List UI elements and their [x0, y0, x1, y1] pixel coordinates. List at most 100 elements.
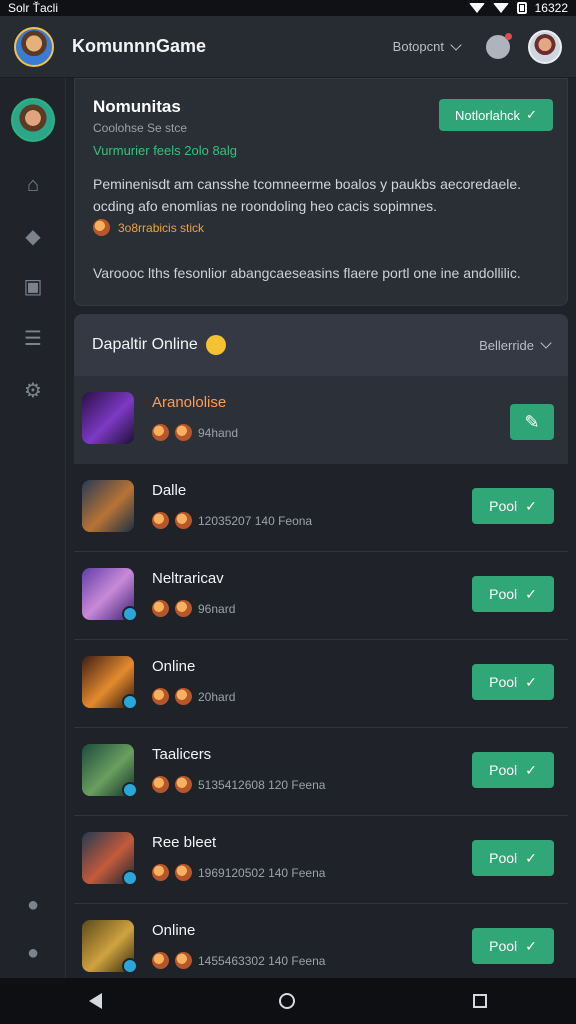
game-meta: 5135412608 120 Feena [152, 776, 325, 793]
coin-icon [152, 600, 169, 617]
filter-label: Botopcnt [392, 39, 444, 54]
game-thumbnail [82, 832, 138, 886]
game-name: Dalle [152, 482, 187, 499]
community-subtitle: Coolohse Se stce [93, 121, 188, 135]
signal-icon [468, 3, 485, 13]
game-meta-text: 1969120502 140 Feena [198, 865, 326, 880]
game-thumbnail [82, 920, 138, 974]
chat-icon[interactable]: ☰ [22, 328, 44, 350]
sidebar-avatar[interactable] [11, 98, 55, 142]
list-item[interactable]: Aranololise 94hand ✎ [74, 376, 568, 464]
list-item[interactable]: Dalle 12035207 140 Feona Pool ✓ [74, 464, 568, 552]
game-meta-text: 94hand [198, 425, 239, 440]
check-icon: ✓ [525, 761, 537, 778]
game-meta-text: 12035207 140 Feona [198, 513, 313, 528]
status-time: 16322 [534, 1, 568, 15]
badge-icon [122, 958, 138, 974]
game-meta-text: 20hard [198, 689, 236, 704]
join-button[interactable]: Pool ✓ [472, 928, 554, 964]
sort-label: Bellerride [479, 337, 534, 353]
edit-button[interactable]: ✎ [510, 404, 554, 440]
filter-dropdown[interactable]: Botopcnt [392, 38, 462, 54]
join-button[interactable]: Pool ✓ [472, 752, 554, 788]
game-meta: 1969120502 140 Feena [152, 864, 325, 881]
emoji-icon [205, 335, 226, 355]
people-icon[interactable]: ● [22, 894, 44, 916]
join-button[interactable]: Pool ✓ [472, 840, 554, 876]
notify-button[interactable]: Notlorlahck ✓ [439, 99, 553, 131]
home-nav-icon[interactable] [279, 993, 296, 1009]
coin-icon [152, 776, 169, 793]
game-list: Aranololise 94hand ✎ Dalle 12035207 140 … [74, 376, 568, 978]
coin-icon [152, 864, 169, 881]
game-thumbnail [82, 392, 134, 444]
game-meta: 96nard [152, 600, 235, 617]
settings-icon[interactable]: ⚙ [22, 380, 44, 402]
coin-icon [175, 512, 192, 529]
badge-icon [122, 782, 138, 798]
calendar-icon[interactable]: ▣ [22, 276, 44, 298]
game-name: Aranololise [152, 394, 227, 411]
home-icon[interactable]: ⌂ [22, 174, 44, 196]
game-meta-text: 5135412608 120 Feena [198, 777, 326, 792]
notification-icon[interactable] [486, 32, 512, 59]
system-nav-bar [0, 978, 576, 1024]
game-name: Ree bleet [152, 834, 217, 851]
game-name: Neltraricav [152, 570, 224, 587]
join-label: Pool [489, 586, 518, 602]
coin-icon [152, 688, 169, 705]
community-link[interactable]: Vurmurier feels 2olo 8alg [93, 143, 237, 158]
join-button[interactable]: Pool ✓ [472, 664, 554, 700]
coin-icon [175, 864, 192, 881]
list-item[interactable]: Ree bleet 1969120502 140 Feena Pool ✓ [74, 816, 568, 904]
check-icon: ✓ [525, 497, 537, 514]
online-title-text: Dapaltir Online [92, 336, 198, 353]
app-logo-avatar[interactable] [14, 26, 54, 67]
main-content: Nomunitas Coolohse Se stce Vurmurier fee… [66, 78, 576, 978]
coin-icon [93, 219, 110, 236]
sort-dropdown[interactable]: Bellerride [479, 337, 552, 353]
game-meta-text: 96nard [198, 601, 236, 616]
check-icon: ✓ [525, 937, 537, 954]
check-icon: ✓ [526, 107, 537, 122]
game-name: Online [152, 922, 196, 939]
gift-icon[interactable]: ◆ [22, 226, 44, 248]
list-item[interactable]: Online 20hard Pool ✓ [74, 640, 568, 728]
coin-icon [152, 512, 169, 529]
chevron-down-icon [540, 337, 552, 349]
coin-icon [175, 776, 192, 793]
coin-icon [175, 424, 192, 441]
badge-icon [122, 694, 138, 710]
coin-icon [175, 688, 192, 705]
list-item[interactable]: Neltraricav 96nard Pool ✓ [74, 552, 568, 640]
game-thumbnail [82, 568, 138, 622]
community-footer: Varoooc lths fesonlior abangcaeseasins f… [93, 265, 521, 281]
user-avatar[interactable] [528, 29, 562, 64]
game-name: Taalicers [152, 746, 212, 763]
badge-icon [122, 870, 138, 886]
recent-apps-icon[interactable] [473, 994, 488, 1008]
online-section-header: Dapaltir Online Bellerride [74, 314, 568, 376]
join-button[interactable]: Pool ✓ [472, 576, 554, 612]
check-icon: ✓ [525, 585, 537, 602]
back-icon[interactable] [88, 993, 102, 1009]
notify-label: Notlorlahck [455, 107, 521, 123]
game-thumbnail [82, 480, 134, 532]
account-icon[interactable]: ● [22, 942, 44, 964]
community-name: Nomunitas [93, 97, 181, 116]
join-button[interactable]: Pool ✓ [472, 488, 554, 524]
battery-icon [516, 2, 527, 14]
list-item[interactable]: Taalicers 5135412608 120 Feena Pool ✓ [74, 728, 568, 816]
join-label: Pool [489, 850, 518, 866]
game-meta: 20hard [152, 688, 235, 705]
game-thumbnail [82, 744, 138, 798]
game-meta: 12035207 140 Feona [152, 512, 312, 529]
app-title: KomunnnGame [72, 36, 207, 56]
list-item[interactable]: Online 1455463302 140 Feena Pool ✓ [74, 904, 568, 978]
join-label: Pool [489, 498, 518, 514]
game-meta: 94hand [152, 424, 238, 441]
community-rank: 3o8rrabicis stick [93, 219, 204, 236]
chevron-down-icon [450, 38, 462, 51]
game-name: Online [152, 658, 196, 675]
coin-icon [152, 952, 169, 969]
